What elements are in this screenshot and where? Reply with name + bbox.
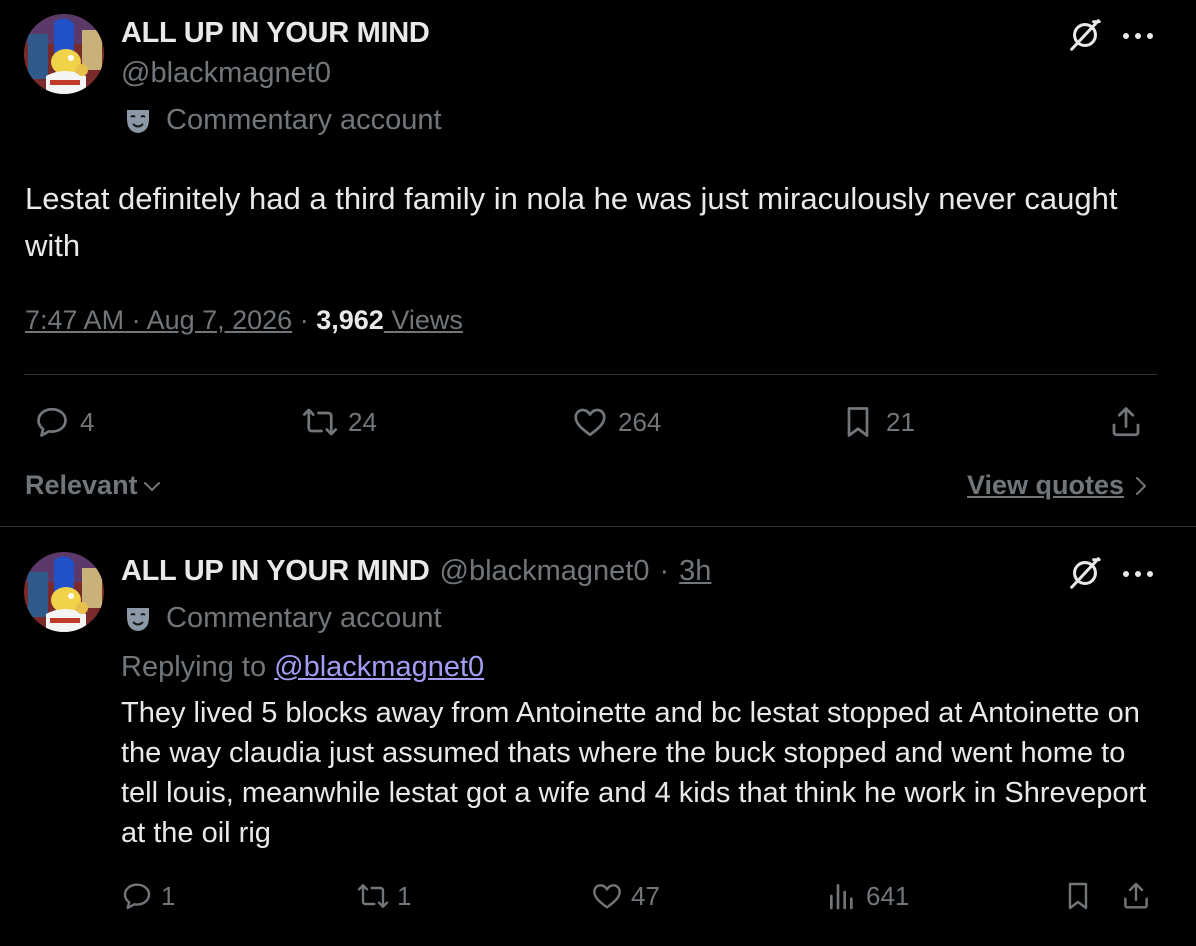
grok-icon[interactable]: [1066, 554, 1104, 592]
replying-prefix: Replying to: [121, 651, 275, 683]
replying-handle-link[interactable]: @blackmagnet0: [274, 651, 484, 683]
post-meta: 7:47 AM · Aug 7, 2026 · 3,962 Views: [25, 305, 463, 336]
reply-dot: ·: [659, 555, 670, 587]
theater-mask-icon: [124, 107, 152, 135]
reply-badge-label: Commentary account: [166, 602, 442, 634]
like-count: 47: [631, 880, 660, 911]
post-text: Lestat definitely had a third family in …: [25, 181, 1118, 263]
meta-separator: ·: [299, 305, 309, 335]
reply-post[interactable]: ALL UP IN YOUR MIND @blackmagnet0 · 3h C…: [0, 527, 1196, 946]
reply-text: They lived 5 blocks away from Antoinette…: [121, 697, 1147, 849]
reply-button[interactable]: 1: [121, 880, 175, 912]
badge-label: Commentary account: [166, 104, 442, 136]
display-name[interactable]: ALL UP IN YOUR MIND: [121, 17, 430, 50]
more-icon[interactable]: [1120, 567, 1156, 581]
views-count: 641: [866, 880, 910, 911]
view-quotes-label: View quotes: [967, 470, 1125, 500]
handle[interactable]: @blackmagnet0: [121, 57, 331, 90]
repost-icon: [302, 404, 338, 440]
sort-dropdown[interactable]: Relevant: [25, 470, 162, 501]
chevron-right-icon: [1136, 476, 1147, 495]
like-button[interactable]: 47: [591, 880, 660, 912]
sort-label: Relevant: [25, 470, 138, 500]
like-count: 264: [618, 406, 662, 437]
heart-icon: [591, 880, 623, 912]
reply-handle[interactable]: @blackmagnet0: [440, 555, 650, 588]
theater-mask-icon: [124, 605, 152, 633]
share-icon: [1120, 880, 1152, 912]
bookmark-button[interactable]: 21: [840, 404, 915, 440]
share-button[interactable]: [1120, 880, 1152, 912]
divider: [24, 374, 1157, 375]
timestamp[interactable]: 7:47 AM · Aug 7, 2026: [25, 305, 292, 335]
reply-header: ALL UP IN YOUR MIND @blackmagnet0 · 3h: [121, 555, 711, 588]
chevron-down-icon: [143, 481, 160, 491]
bookmark-icon: [1062, 880, 1094, 912]
reply-avatar[interactable]: [24, 552, 104, 632]
share-icon: [1108, 404, 1144, 440]
main-post: ALL UP IN YOUR MIND @blackmagnet0 Commen…: [0, 0, 1196, 526]
reply-time[interactable]: 3h: [679, 555, 711, 588]
more-icon[interactable]: [1120, 29, 1156, 43]
repost-button[interactable]: 1: [357, 880, 411, 912]
bookmark-count: 21: [886, 406, 915, 437]
view-quotes-link[interactable]: View quotes: [967, 470, 1148, 501]
repost-button[interactable]: 24: [302, 404, 377, 440]
reply-button[interactable]: 4: [34, 404, 94, 440]
views-label[interactable]: Views: [384, 305, 463, 335]
repost-count: 1: [397, 880, 412, 911]
bookmark-button[interactable]: [1062, 880, 1094, 912]
heart-icon: [572, 404, 608, 440]
views-count: 3,962: [316, 305, 384, 335]
views-icon: [826, 880, 858, 912]
commentary-badge: Commentary account: [124, 602, 442, 635]
reply-display-name[interactable]: ALL UP IN YOUR MIND: [121, 555, 430, 588]
repost-icon: [357, 880, 389, 912]
views-button[interactable]: 641: [826, 880, 909, 912]
reply-count: 1: [161, 880, 176, 911]
reply-icon: [121, 880, 153, 912]
grok-icon[interactable]: [1066, 16, 1104, 54]
share-button[interactable]: [1108, 404, 1144, 440]
repost-count: 24: [348, 406, 377, 437]
commentary-badge: Commentary account: [124, 104, 442, 137]
like-button[interactable]: 264: [572, 404, 661, 440]
replying-to: Replying to @blackmagnet0: [121, 651, 484, 684]
avatar[interactable]: [24, 14, 104, 94]
reply-icon: [34, 404, 70, 440]
reply-count: 4: [80, 406, 95, 437]
bookmark-icon: [840, 404, 876, 440]
